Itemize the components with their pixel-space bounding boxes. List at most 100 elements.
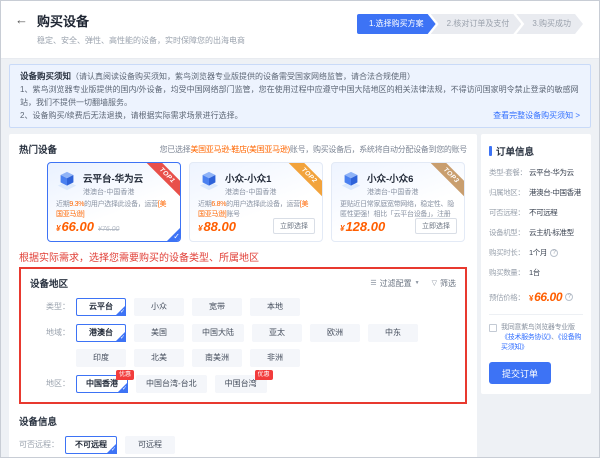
area-filter-label: 地区： xyxy=(30,375,76,393)
remote-filter-row: 可否远程： 不可远程✓ 可远程 xyxy=(19,436,467,454)
region-tools: ☰过滤配置▼ ▽筛选 xyxy=(370,278,456,289)
estimated-price: ¥66.00 xyxy=(529,290,562,304)
geo-option-hmt[interactable]: 港澳台✓ xyxy=(76,324,126,342)
remote-option-no[interactable]: 不可远程✓ xyxy=(65,436,117,454)
device-card-niche-1[interactable]: TOP2 小众-小众1 港澳台-中国香港 近期6.8%的用户选择此设备，运营[美… xyxy=(189,162,323,242)
currency-symbol: ¥ xyxy=(340,224,344,233)
geo-option-africa[interactable]: 非洲 xyxy=(250,349,300,367)
page-header: ← 购买设备 稳定、安全、弹性、高性能的设备，实时保障您的出海电商 1.选择购买… xyxy=(1,1,599,59)
remote-options: 不可远程✓ 可远程 xyxy=(65,436,467,454)
order-field-duration: 购买时长：1个月? xyxy=(489,247,583,258)
agreement-row: 我同意紫鸟浏览器专业版《技术服务协议》、《设备购买须知》 xyxy=(489,323,583,353)
area-option-taipei[interactable]: 中国台湾-台北 xyxy=(136,375,207,393)
filter-button[interactable]: ▽筛选 xyxy=(432,278,456,289)
content-row: 热门设备 您已选择美国亚马逊-鞋店(美国亚马逊)账号，购买设备后，系统将自动分配… xyxy=(9,134,591,458)
note-account: 美国亚马逊-鞋店(美国亚马逊) xyxy=(190,145,290,154)
card-head: 小众-小众1 港澳台-中国香港 xyxy=(198,170,314,197)
view-full-notice-link[interactable]: 查看完整设备购买须知 > xyxy=(493,109,580,122)
type-options: 云平台✓ 小众 宽带 本地 xyxy=(76,298,456,316)
hot-devices-header: 热门设备 您已选择美国亚马逊-鞋店(美国亚马逊)账号，购买设备后，系统将自动分配… xyxy=(19,142,467,156)
order-summary-panel: 订单信息 类型-套餐：云平台-华为云 归属地区：港澳台-中国香港 可否远程：不可… xyxy=(481,134,591,394)
geo-option-mainland[interactable]: 中国大陆 xyxy=(192,324,244,342)
help-icon[interactable]: ? xyxy=(550,249,558,257)
card-name: 小众-小众6 xyxy=(367,171,418,185)
device-cards: TOP1 云平台-华为云 港澳台-中国香港 近期9.3%的用户选择此设备，运营[… xyxy=(47,162,467,242)
promo-badge: 优惠 xyxy=(255,370,273,380)
device-card-huawei-cloud[interactable]: TOP1 云平台-华为云 港澳台-中国香港 近期9.3%的用户选择此设备，运营[… xyxy=(47,162,181,242)
back-icon[interactable]: ← xyxy=(15,12,28,27)
type-filter-row: 类型： 云平台✓ 小众 宽带 本地 xyxy=(30,298,456,316)
original-price: ¥76.00 xyxy=(98,226,119,233)
notice-title: 设备购买须知 xyxy=(20,71,71,81)
device-cube-icon xyxy=(56,170,78,197)
card-region: 港澳台-中国香港 xyxy=(225,187,276,197)
page-heading: 购买设备 稳定、安全、弹性、高性能的设备，实时保障您的出海电商 xyxy=(37,11,245,46)
hot-devices-title: 热门设备 xyxy=(19,142,57,156)
card-head: 云平台-华为云 港澳台-中国香港 xyxy=(56,170,172,197)
geo-option-mideast[interactable]: 中东 xyxy=(368,324,418,342)
device-info-title: 设备信息 xyxy=(19,414,467,428)
area-options: 中国香港优惠✓ 中国台湾-台北 中国台湾优惠 xyxy=(76,375,456,393)
device-region-title: 设备地区 xyxy=(30,276,68,290)
order-field-remote: 可否远程：不可远程 xyxy=(489,207,583,218)
page-body: 设备购买须知（请认真阅读设备购买须知，紫鸟浏览器专业版提供的设备需受国家网络监管… xyxy=(1,59,599,458)
order-info-header: 订单信息 xyxy=(489,144,583,158)
select-now-button[interactable]: 立即选择 xyxy=(273,218,315,234)
geo-option-usa[interactable]: 美国 xyxy=(134,324,184,342)
page-subtitle: 稳定、安全、弹性、高性能的设备，实时保障您的出海电商 xyxy=(37,35,245,46)
check-icon: ✓ xyxy=(115,305,126,316)
notice-line-2: 2、设备购买/续费后无法退换，请根据实际需求场景进行选择。 xyxy=(20,111,243,120)
geo-options: 港澳台✓ 美国 中国大陆 亚太 欧洲 中东 印度 北美 南美洲 非洲 xyxy=(76,324,456,367)
type-option-local[interactable]: 本地 xyxy=(250,298,300,316)
step-success: 3.购买成功 xyxy=(516,14,583,34)
agreement-checkbox[interactable] xyxy=(489,324,497,332)
main-panel: 热门设备 您已选择美国亚马逊-鞋店(美国亚马逊)账号，购买设备后，系统将自动分配… xyxy=(9,134,477,458)
help-icon[interactable]: ? xyxy=(565,293,573,301)
card-region: 港澳台-中国香港 xyxy=(367,187,418,197)
config-icon: ☰ xyxy=(370,279,376,287)
step-choose-plan: 1.选择购买方案 xyxy=(357,14,436,34)
page-title: 购买设备 xyxy=(37,11,245,30)
card-region: 港澳台-中国香港 xyxy=(83,187,143,197)
geo-option-apac[interactable]: 亚太 xyxy=(252,324,302,342)
price-amount: 128.00 xyxy=(345,219,385,234)
area-option-hongkong[interactable]: 中国香港优惠✓ xyxy=(76,375,128,393)
notice-line-2-row: 查看完整设备购买须知 > 2、设备购买/续费后无法退换，请根据实际需求场景进行选… xyxy=(20,109,580,122)
promo-badge: 优惠 xyxy=(116,370,134,380)
accent-bar xyxy=(489,146,492,156)
device-region-header: 设备地区 ☰过滤配置▼ ▽筛选 xyxy=(30,276,456,290)
tech-agreement-link[interactable]: 《技术服务协议》 xyxy=(501,334,551,341)
geo-option-south-america[interactable]: 南美洲 xyxy=(192,349,242,367)
card-name: 小众-小众1 xyxy=(225,171,276,185)
funnel-icon: ▽ xyxy=(432,279,437,287)
card-price: ¥ 66.00 ¥76.00 xyxy=(56,219,172,234)
area-option-taiwan[interactable]: 中国台湾优惠 xyxy=(215,375,267,393)
remote-filter-label: 可否远程： xyxy=(19,436,65,454)
submit-order-button[interactable]: 提交订单 xyxy=(489,362,551,384)
type-option-niche[interactable]: 小众 xyxy=(134,298,184,316)
purchase-notice-banner: 设备购买须知（请认真阅读设备购买须知，紫鸟浏览器专业版提供的设备需受国家网络监管… xyxy=(9,64,591,128)
check-icon: ✓ xyxy=(115,331,126,342)
chevron-down-icon: ▼ xyxy=(415,280,420,286)
note-suffix: 账号，购买设备后，系统将自动分配设备到您的账号 xyxy=(290,145,467,154)
app-window: ← 购买设备 稳定、安全、弹性、高性能的设备，实时保障您的出海电商 1.选择购买… xyxy=(0,0,600,458)
check-icon: ✓ xyxy=(117,382,128,393)
geo-option-europe[interactable]: 欧洲 xyxy=(310,324,360,342)
select-now-button[interactable]: 立即选择 xyxy=(415,218,457,234)
geo-option-north-america[interactable]: 北美 xyxy=(134,349,184,367)
currency-symbol: ¥ xyxy=(56,224,60,233)
geo-option-india[interactable]: 印度 xyxy=(76,349,126,367)
type-option-cloud-platform[interactable]: 云平台✓ xyxy=(76,298,126,316)
notice-title-suffix: （请认真阅读设备购买须知，紫鸟浏览器专业版提供的设备需受国家网络监管，请合法合规… xyxy=(71,72,415,81)
geo-filter-label: 地域： xyxy=(30,324,76,367)
card-description: 近期6.8%的用户选择此设备，运营[美国亚马逊]账号 xyxy=(198,200,314,219)
order-info-title: 订单信息 xyxy=(496,144,534,158)
device-card-niche-6[interactable]: TOP3 小众-小众6 港澳台-中国香港 更贴近日常家庭宽带网络，稳定性、隐匿性… xyxy=(331,162,465,242)
remote-option-yes[interactable]: 可远程 xyxy=(125,436,175,454)
filter-config-button[interactable]: ☰过滤配置▼ xyxy=(370,278,419,289)
type-option-broadband[interactable]: 宽带 xyxy=(192,298,242,316)
selected-account-note: 您已选择美国亚马逊-鞋店(美国亚马逊)账号，购买设备后，系统将自动分配设备到您的… xyxy=(160,144,467,155)
card-title-block: 云平台-华为云 港澳台-中国香港 xyxy=(83,170,143,197)
card-title-block: 小众-小众1 港澳台-中国香港 xyxy=(225,170,276,197)
purchase-steps: 1.选择购买方案 2.核对订单及支付 3.购买成功 xyxy=(357,14,583,34)
